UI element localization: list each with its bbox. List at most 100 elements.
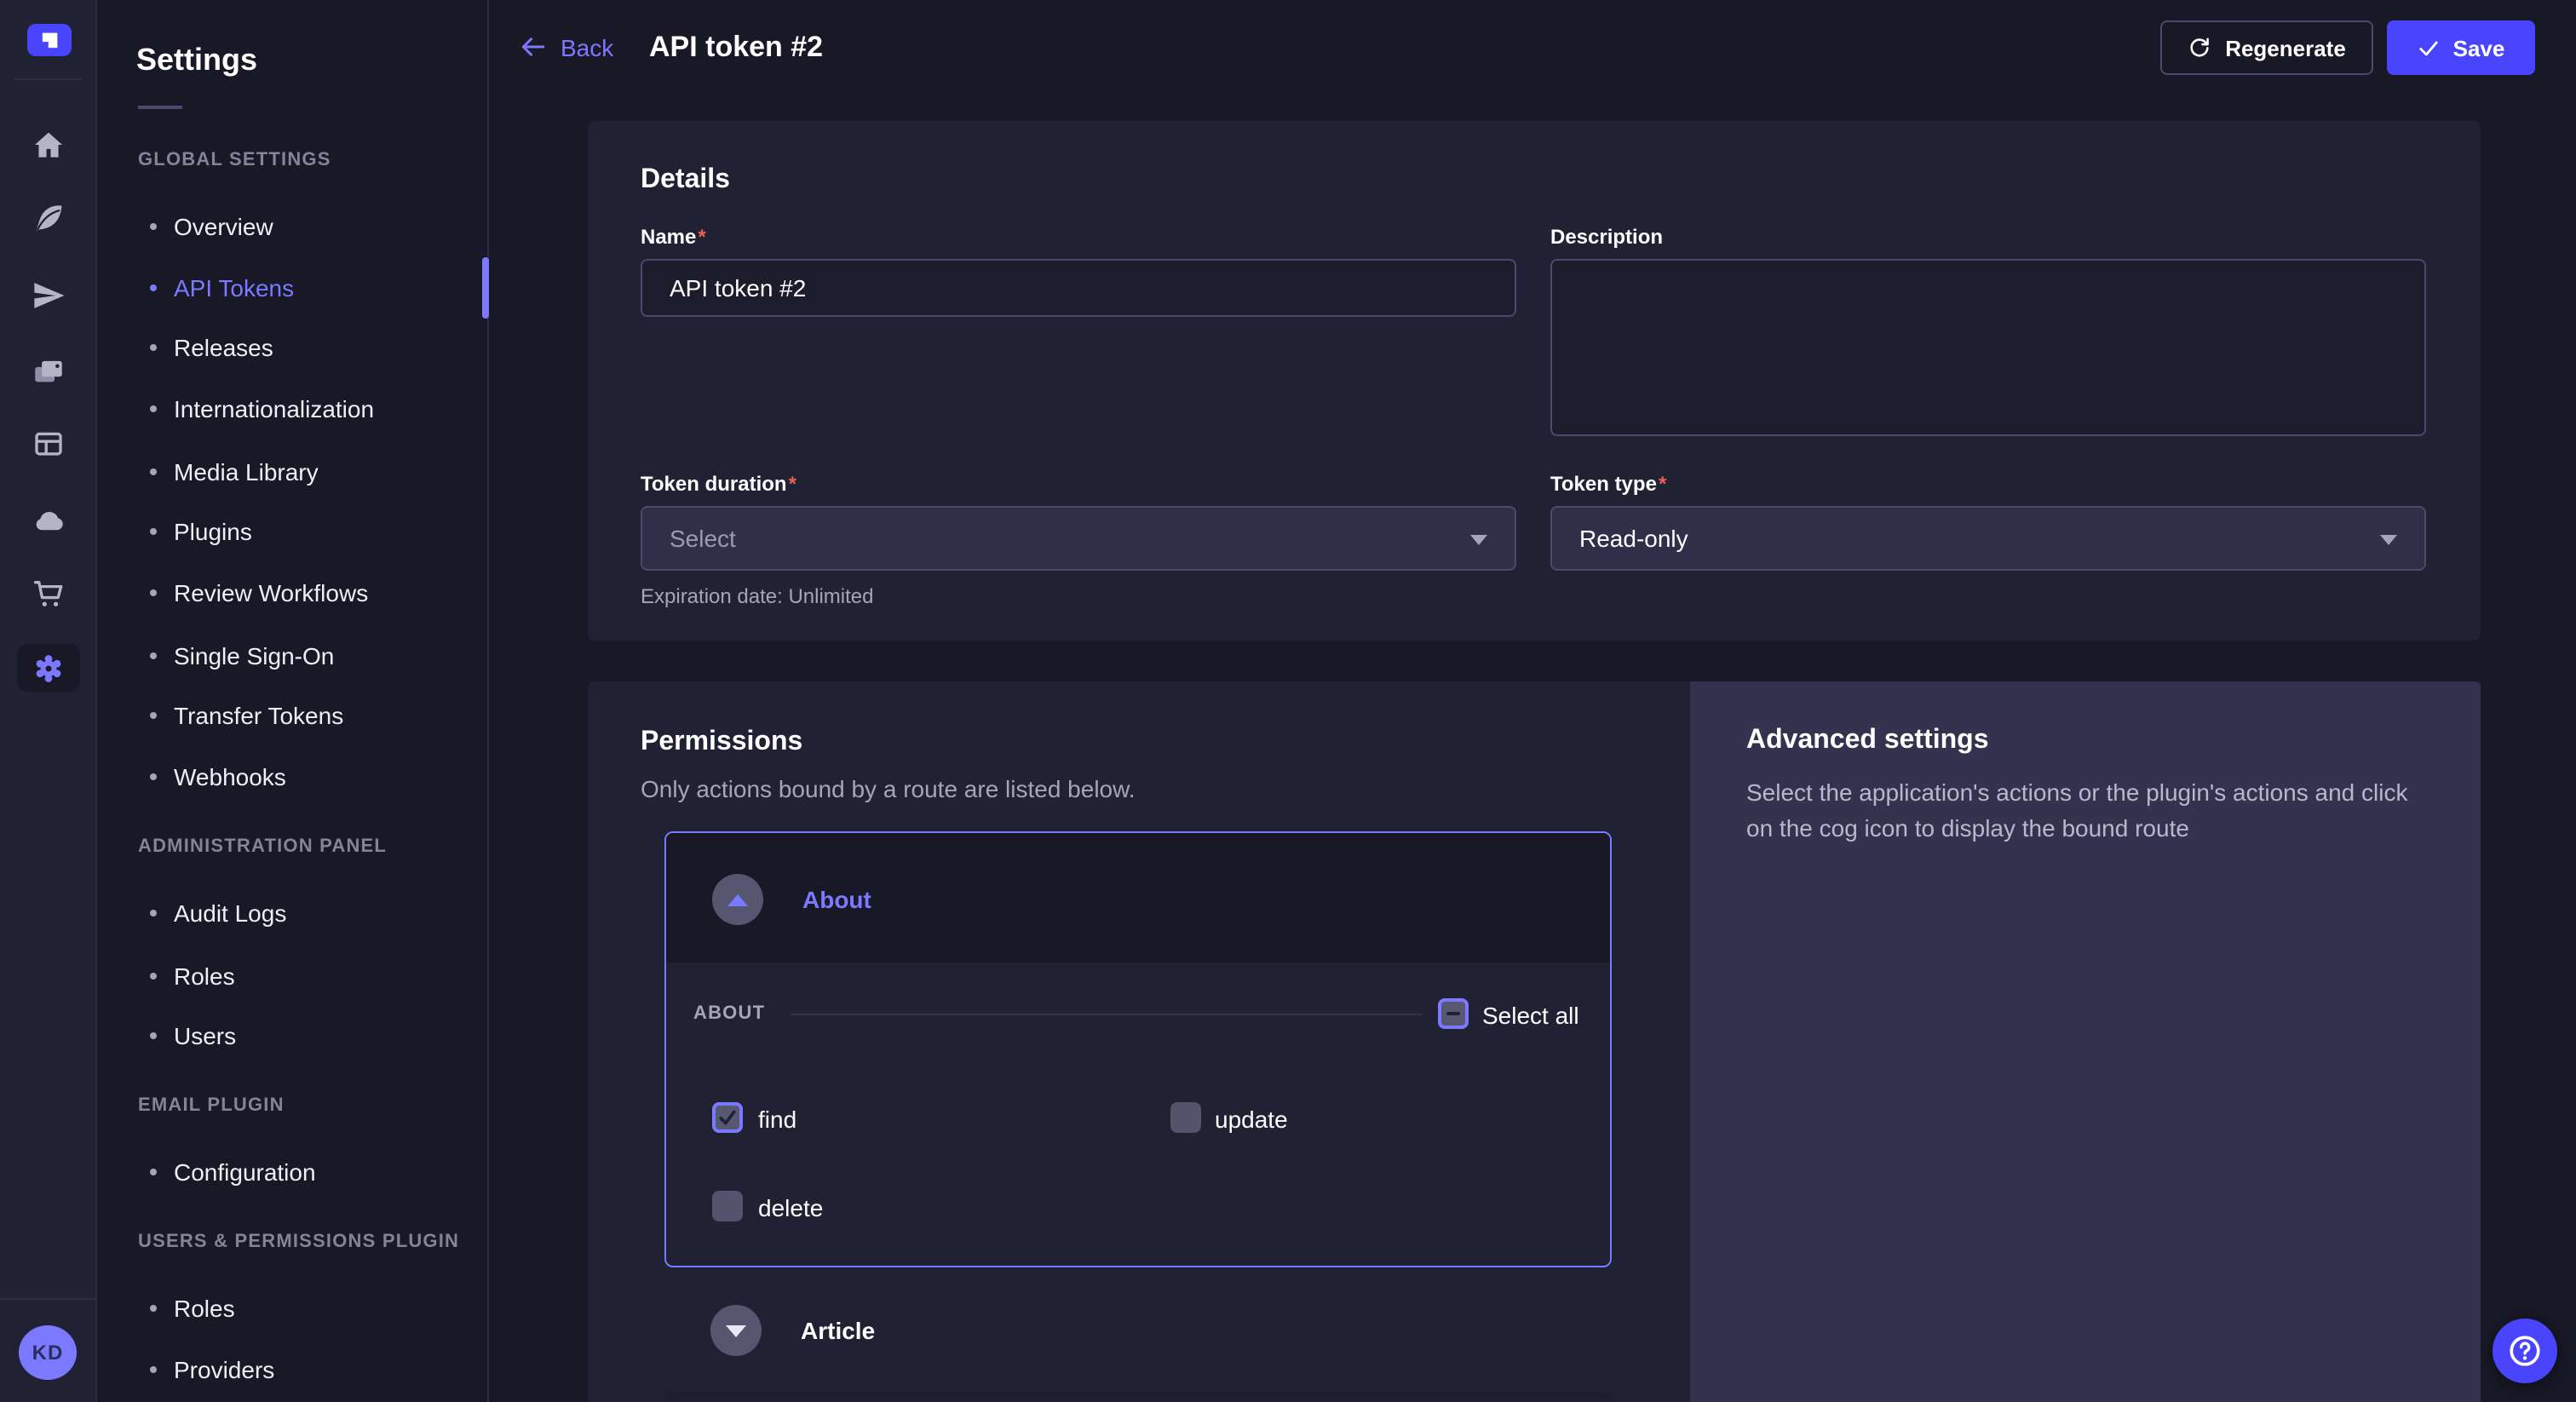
update-label: update [1215, 1106, 1288, 1133]
gear-icon [31, 650, 66, 686]
select-all-label: Select all [1482, 1002, 1579, 1029]
expiration-hint: Expiration date: Unlimited [641, 584, 873, 608]
sidebar-item-single-sign-on[interactable]: Single Sign-On [97, 634, 482, 678]
sidebar-item-webhooks[interactable]: Webhooks [97, 755, 482, 799]
permissions-card: Permissions Only actions bound by a rout… [588, 681, 2481, 1402]
back-link[interactable]: Back [518, 32, 613, 61]
chevron-down-icon [1470, 535, 1487, 545]
bullet-icon [150, 712, 157, 719]
bullet-icon [150, 405, 157, 412]
content-type-builder-icon[interactable] [31, 426, 66, 462]
description-input[interactable] [1550, 259, 2426, 436]
marketplace-cart-icon[interactable] [31, 576, 66, 612]
save-button[interactable]: Save [2387, 20, 2535, 75]
details-heading: Details [641, 165, 730, 196]
active-item-indicator [482, 257, 489, 319]
chevron-up-icon [727, 893, 748, 905]
bullet-icon [150, 284, 157, 291]
token-duration-label: Token duration* [641, 472, 796, 496]
home-icon[interactable] [31, 128, 66, 164]
strapi-logo-glyph [37, 28, 61, 52]
bullet-icon [150, 1169, 157, 1175]
page-title: API token #2 [649, 31, 823, 65]
bullet-icon [150, 223, 157, 230]
sidebar-item-api-tokens[interactable]: API Tokens [97, 266, 482, 310]
required-mark: * [789, 472, 796, 496]
permissions-heading: Permissions [641, 727, 802, 758]
about-section-label: ABOUT [693, 1003, 765, 1024]
sidebar-item-email-configuration[interactable]: Configuration [97, 1150, 482, 1194]
about-accordion: About ABOUT Select all find update delet… [664, 831, 1612, 1267]
content-feather-icon[interactable] [31, 201, 66, 237]
section-global-settings: GLOBAL SETTINGS [138, 150, 331, 170]
sidebar-item-media-library[interactable]: Media Library [97, 450, 482, 494]
app: KD Settings GLOBAL SETTINGS Overview API… [0, 0, 2576, 1402]
sidebar-item-plugins[interactable]: Plugins [97, 509, 482, 554]
settings-subnav: Settings GLOBAL SETTINGS Overview API To… [97, 0, 489, 1402]
subnav-title: Settings [136, 43, 257, 78]
name-input[interactable] [641, 259, 1516, 317]
collapse-toggle-button[interactable] [712, 874, 763, 925]
details-card: Details Name* Description Token duration… [588, 121, 2481, 641]
check-icon [717, 1107, 738, 1128]
sidebar-item-up-roles[interactable]: Roles [97, 1286, 482, 1330]
sidebar-item-releases[interactable]: Releases [97, 325, 482, 370]
update-checkbox[interactable] [1170, 1102, 1201, 1133]
section-users-permissions-plugin: USERS & PERMISSIONS PLUGIN [138, 1232, 459, 1252]
delete-checkbox[interactable] [712, 1191, 743, 1221]
bullet-icon [150, 652, 157, 659]
main-nav-rail: KD [0, 0, 97, 1402]
find-label: find [758, 1106, 796, 1133]
sidebar-item-overview[interactable]: Overview [97, 204, 482, 249]
bullet-icon [150, 589, 157, 596]
section-divider [791, 1014, 1423, 1015]
media-library-icon[interactable] [31, 354, 66, 390]
token-type-select[interactable]: Read-only [1550, 506, 2426, 571]
sidebar-item-internationalization[interactable]: Internationalization [97, 387, 482, 431]
cloud-deploy-icon[interactable] [31, 503, 66, 538]
permissions-subtitle: Only actions bound by a route are listed… [641, 775, 1136, 802]
about-accordion-label: About [802, 886, 871, 913]
advanced-settings-description: Select the application's actions or the … [1746, 775, 2424, 847]
token-duration-select[interactable]: Select [641, 506, 1516, 571]
check-icon [2418, 37, 2440, 59]
help-button[interactable] [2493, 1319, 2557, 1383]
bullet-icon [150, 973, 157, 980]
bullet-icon [150, 528, 157, 535]
bullet-icon [150, 1032, 157, 1039]
regenerate-button[interactable]: Regenerate [2160, 20, 2373, 75]
bullet-icon [150, 344, 157, 351]
next-accordion-peek [664, 1392, 1612, 1402]
name-label: Name* [641, 225, 706, 249]
token-type-label: Token type* [1550, 472, 1666, 496]
refresh-icon [2188, 36, 2211, 60]
find-checkbox[interactable] [712, 1102, 743, 1133]
chevron-down-icon [2380, 535, 2397, 545]
article-expand-button[interactable] [710, 1305, 762, 1356]
settings-nav-active[interactable] [17, 644, 80, 692]
rail-bottom-divider [0, 1298, 95, 1300]
select-all-checkbox[interactable] [1438, 998, 1469, 1029]
sidebar-item-up-providers[interactable]: Providers [97, 1347, 482, 1392]
user-avatar[interactable]: KD [19, 1325, 77, 1380]
indeterminate-mark [1446, 1012, 1460, 1015]
rail-divider [14, 78, 82, 80]
required-mark: * [698, 225, 705, 249]
sidebar-item-admin-users[interactable]: Users [97, 1014, 482, 1058]
required-mark: * [1659, 472, 1666, 496]
subnav-title-divider [138, 106, 182, 109]
advanced-settings-heading: Advanced settings [1746, 726, 1989, 756]
description-label: Description [1550, 225, 1663, 249]
sidebar-item-review-workflows[interactable]: Review Workflows [97, 571, 482, 615]
strapi-logo[interactable] [27, 24, 72, 56]
delete-label: delete [758, 1194, 823, 1221]
sidebar-item-audit-logs[interactable]: Audit Logs [97, 891, 482, 935]
chevron-down-icon [726, 1324, 746, 1336]
help-icon [2506, 1332, 2544, 1370]
sidebar-item-transfer-tokens[interactable]: Transfer Tokens [97, 693, 482, 738]
article-accordion-label[interactable]: Article [801, 1317, 875, 1344]
release-send-icon[interactable] [31, 278, 66, 313]
section-email-plugin: EMAIL PLUGIN [138, 1095, 285, 1116]
advanced-settings-panel: Advanced settings Select the application… [1690, 681, 2481, 1402]
sidebar-item-admin-roles[interactable]: Roles [97, 954, 482, 998]
